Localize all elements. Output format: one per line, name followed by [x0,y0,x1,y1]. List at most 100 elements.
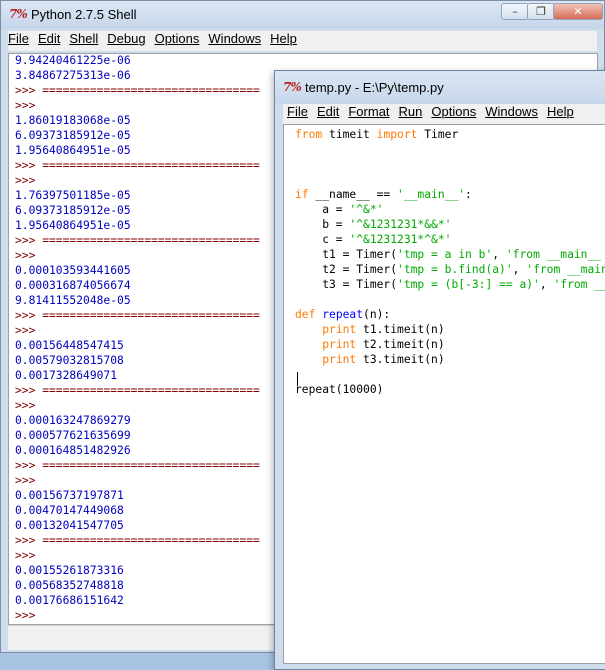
shell-menu-shell[interactable]: Shell [69,31,98,46]
shell-prompt-line: >>> ================================ [15,234,260,247]
shell-prompt-line: >>> ================================ [15,309,260,322]
editor-code-area[interactable]: from timeit import Timer if __name__ == '… [283,124,605,664]
shell-prompt-line: >>> ================================ [15,534,260,547]
shell-prompt-line: >>> [15,324,36,337]
editor-menu-file[interactable]: File [287,104,308,119]
shell-prompt-line: >>> ================================ [15,459,260,472]
code-line: t3 = Timer('tmp = (b[-3:] == a)', 'from … [295,277,605,292]
editor-titlebar[interactable]: 7% temp.py - E:\Py\temp.py [275,71,605,105]
code-token: 'from __main__ import a, b' [526,263,605,276]
editor-menubar: File Edit Format Run Options Windows Help [283,104,605,124]
shell-output-line: 0.000103593441605 [15,264,131,277]
shell-output-line: 1.95640864951e-05 [15,144,131,157]
code-token: t3.timeit(n) [356,353,445,366]
shell-prompt-line: >>> ================================ [15,159,260,172]
code-token: (n): [363,308,391,321]
shell-output-line: 0.000163247869279 [15,414,131,427]
idle-logo-icon: 7% [283,80,302,94]
code-token: repeat [322,308,364,321]
shell-output-line: 0.00579032815708 [15,354,124,367]
code-line: print t3.timeit(n) [295,352,605,367]
shell-output-line: 9.94240461225e-06 [15,54,131,67]
shell-output-line: 0.00568352748818 [15,579,124,592]
editor-menu-format[interactable]: Format [348,104,389,119]
shell-titlebar[interactable]: 7% Python 2.7.5 Shell – ❐ ✕ [1,1,604,29]
idle-logo-icon: 7% [9,7,28,21]
shell-output-line: 0.00470147449068 [15,504,124,517]
shell-prompt-line: >>> [15,249,36,262]
code-token: '__main__' [397,188,466,201]
code-line: from timeit import Timer [295,127,605,142]
shell-output-line: 1.76397501185e-05 [15,189,131,202]
shell-menu-help[interactable]: Help [270,31,297,46]
code-line: print t2.timeit(n) [295,337,605,352]
shell-menu-file[interactable]: File [8,31,29,46]
code-token: if [295,188,309,201]
editor-menu-edit[interactable]: Edit [317,104,339,119]
shell-prompt-line: >>> [15,399,36,412]
code-token: timeit [322,128,377,141]
code-token: print [322,323,357,336]
code-token: 'from __main__ import a, b' [505,248,602,261]
editor-window: 7% temp.py - E:\Py\temp.py File Edit Forma… [274,70,605,670]
close-button[interactable]: ✕ [553,3,603,20]
code-line: t2 = Timer('tmp = b.find(a)', 'from __ma… [295,262,605,277]
code-token: __name__ == [308,188,398,201]
code-token: t2 = Timer( [295,263,398,276]
code-line: if __name__ == '__main__': [295,187,605,202]
code-token: 'tmp = b.find(a)' [397,263,513,276]
shell-output-line: 0.00156737197871 [15,489,124,502]
code-token: , [539,278,554,291]
code-token: '^&1231231*^&*' [349,233,452,246]
shell-menu-edit[interactable]: Edit [38,31,60,46]
shell-prompt-line: >>> ================================ [15,84,260,97]
shell-prompt-line: >>> [15,474,36,487]
shell-output-line: 9.81411552048e-05 [15,294,131,307]
maximize-button[interactable]: ❐ [527,3,555,20]
code-token: : [465,188,472,201]
code-token: , [512,263,527,276]
code-line: c = '^&1231231*^&*' [295,232,605,247]
shell-output-lines: 9.94240461225e-06 3.84867275313e-06 >>> ==… [15,54,260,623]
code-token: repeat(10000) [295,383,384,396]
code-token: c = [295,233,350,246]
code-token: Timer [417,128,459,141]
shell-output-line: 6.09373185912e-05 [15,204,131,217]
shell-menu-options[interactable]: Options [155,31,200,46]
editor-title: temp.py - E:\Py\temp.py [305,80,444,95]
code-lines: from timeit import Timer if __name__ == '… [295,127,605,397]
editor-menu-windows[interactable]: Windows [485,104,538,119]
shell-menu-debug[interactable]: Debug [107,31,145,46]
shell-title: Python 2.7.5 Shell [31,7,137,22]
shell-output-line: 0.0017328649071 [15,369,118,382]
shell-output-line: 1.86019183068e-05 [15,114,131,127]
code-token: print [322,353,357,366]
code-token: , [492,248,506,261]
shell-menu-windows[interactable]: Windows [208,31,261,46]
editor-menu-run[interactable]: Run [399,104,423,119]
code-token: '^&*' [349,203,384,216]
code-token: t2.timeit(n) [356,338,445,351]
code-line: t1 = Timer('tmp = a in b', 'from __main_… [295,247,605,262]
shell-menubar: File Edit Shell Debug Options Windows Help [8,31,597,51]
shell-prompt-line: >>> ================================ [15,384,260,397]
editor-menu-help[interactable]: Help [547,104,574,119]
shell-output-line: 0.00155261873316 [15,564,124,577]
editor-menu-options[interactable]: Options [431,104,476,119]
shell-prompt-line: >>> [15,609,36,622]
shell-output-line: 3.84867275313e-06 [15,69,131,82]
code-token: t1.timeit(n) [356,323,445,336]
shell-prompt-line: >>> [15,174,36,187]
code-token: t1 = Timer( [295,248,398,261]
code-line: b = '^&1231231*&&*' [295,217,605,232]
minimize-button[interactable]: – [501,3,529,20]
shell-output-line: 0.00132041547705 [15,519,124,532]
code-line: a = '^&*' [295,202,605,217]
shell-output-line: 0.00176686151642 [15,594,124,607]
shell-output-line: 6.09373185912e-05 [15,129,131,142]
